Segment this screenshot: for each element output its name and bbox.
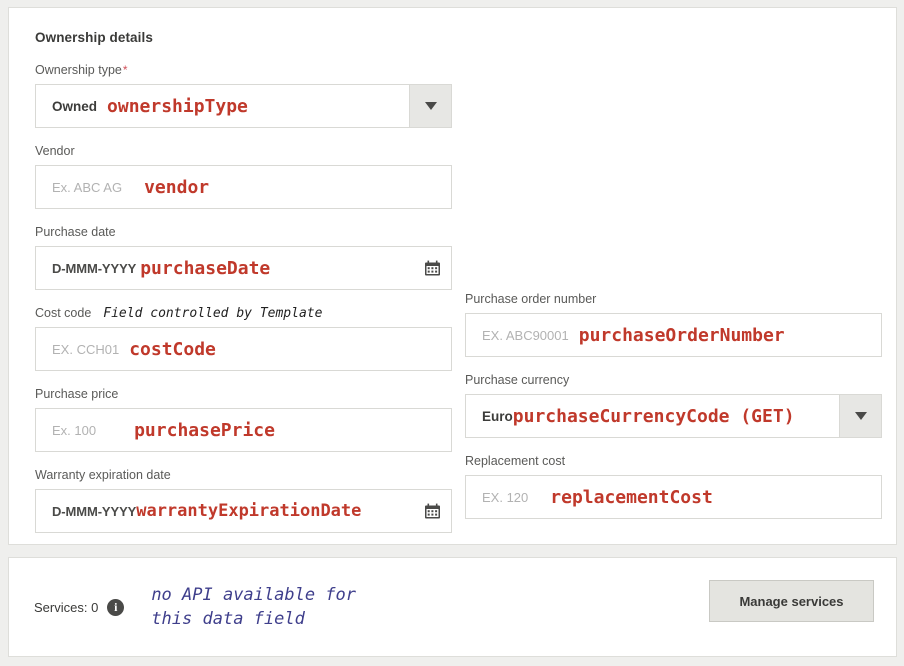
input-purchase-price[interactable]: Ex. 100 purchasePrice xyxy=(35,408,452,452)
annotation-warranty-expiration-date: warrantyExpirationDate xyxy=(136,501,362,521)
label-row-purchase-currency: Purchase currency xyxy=(465,373,882,389)
label-replacement-cost: Replacement cost xyxy=(465,454,566,468)
input-vendor[interactable]: Ex. ABC AG vendor xyxy=(35,165,452,209)
services-row: Services: 0 i no API available for this … xyxy=(9,558,896,656)
annotation-services: no API available for this data field xyxy=(151,584,357,629)
field-replacement-cost: Replacement cost EX. 120 replacementCost xyxy=(465,454,882,519)
annotation-purchase-currency: purchaseCurrencyCode (GET) xyxy=(512,405,795,427)
placeholder-cost-code: EX. CCH01 xyxy=(52,341,120,357)
input-replacement-cost[interactable]: EX. 120 replacementCost xyxy=(465,475,882,519)
label-warranty-expiration-date: Warranty expiration date xyxy=(35,468,171,482)
placeholder-purchase-price: Ex. 100 xyxy=(52,422,97,438)
field-purchase-order-number: Purchase order number EX. ABC90001 purch… xyxy=(465,292,882,357)
required-asterisk-ownership-type: * xyxy=(122,63,128,77)
label-row-purchase-order-number: Purchase order number xyxy=(465,292,882,308)
label-purchase-order-number: Purchase order number xyxy=(465,292,597,306)
field-warranty-expiration-date: Warranty expiration date D-MMM-YYYY warr… xyxy=(35,468,452,533)
field-vendor: Vendor Ex. ABC AG vendor xyxy=(35,144,452,209)
value-ownership-type: Owned xyxy=(52,98,98,114)
field-purchase-date: Purchase date D-MMM-YYYY purchaseDate xyxy=(35,225,452,290)
label-row-vendor: Vendor xyxy=(35,144,452,160)
label-row-purchase-date: Purchase date xyxy=(35,225,452,241)
input-cost-code[interactable]: EX. CCH01 costCode xyxy=(35,327,452,371)
ownership-details-card: Ownership details Ownership type * Owned… xyxy=(8,7,897,545)
mask-warranty-expiration-date: D-MMM-YYYY xyxy=(52,503,137,519)
select-ownership-type[interactable]: Owned ownershipType xyxy=(35,84,452,128)
annotation-purchase-date: purchaseDate xyxy=(140,257,271,279)
label-row-purchase-price: Purchase price xyxy=(35,387,452,403)
annotation-ownership-type: ownershipType xyxy=(107,95,248,117)
note-cost-code-template: Field controlled by Template xyxy=(103,306,323,321)
section-title: Ownership details xyxy=(35,30,153,45)
services-count-label: Services: 0 xyxy=(34,599,99,615)
caret-shape xyxy=(854,412,867,420)
form-column-right: Purchase order number EX. ABC90001 purch… xyxy=(465,292,882,535)
placeholder-purchase-order-number: EX. ABC90001 xyxy=(482,327,569,343)
annotation-purchase-price: purchasePrice xyxy=(134,419,275,441)
page-root: Ownership details Ownership type * Owned… xyxy=(0,0,904,666)
info-icon[interactable]: i xyxy=(107,598,125,616)
calendar-icon[interactable] xyxy=(424,260,441,277)
select-purchase-currency[interactable]: Euro purchaseCurrencyCode (GET) xyxy=(465,394,882,438)
label-row-warranty-expiration-date: Warranty expiration date xyxy=(35,468,452,484)
annotation-replacement-cost: replacementCost xyxy=(550,486,713,508)
label-purchase-currency: Purchase currency xyxy=(465,373,570,387)
label-row-cost-code: Cost code Field controlled by Template xyxy=(35,306,452,322)
input-purchase-order-number[interactable]: EX. ABC90001 purchaseOrderNumber xyxy=(465,313,882,357)
value-purchase-currency: Euro xyxy=(482,408,513,424)
label-ownership-type: Ownership type xyxy=(35,63,122,77)
annotation-vendor: vendor xyxy=(144,176,210,198)
placeholder-vendor: Ex. ABC AG xyxy=(52,179,123,195)
field-purchase-price: Purchase price Ex. 100 purchasePrice xyxy=(35,387,452,452)
input-warranty-expiration-date[interactable]: D-MMM-YYYY warrantyExpirationDate xyxy=(35,489,452,533)
chevron-down-icon[interactable] xyxy=(839,395,881,437)
label-purchase-date: Purchase date xyxy=(35,225,116,239)
form-column-left: Ownership type * Owned ownershipType Ven… xyxy=(35,63,452,549)
label-row-replacement-cost: Replacement cost xyxy=(465,454,882,470)
label-cost-code: Cost code xyxy=(35,306,92,320)
field-ownership-type: Ownership type * Owned ownershipType xyxy=(35,63,452,128)
placeholder-replacement-cost: EX. 120 xyxy=(482,489,529,505)
caret-shape xyxy=(424,102,437,110)
mask-purchase-date: D-MMM-YYYY xyxy=(52,260,137,276)
manage-services-button[interactable]: Manage services xyxy=(709,580,874,622)
input-purchase-date[interactable]: D-MMM-YYYY purchaseDate xyxy=(35,246,452,290)
label-purchase-price: Purchase price xyxy=(35,387,119,401)
chevron-down-icon[interactable] xyxy=(409,85,451,127)
field-cost-code: Cost code Field controlled by Template E… xyxy=(35,306,452,371)
field-purchase-currency: Purchase currency Euro purchaseCurrencyC… xyxy=(465,373,882,438)
annotation-purchase-order-number: purchaseOrderNumber xyxy=(578,324,785,346)
label-vendor: Vendor xyxy=(35,144,75,158)
services-card: Services: 0 i no API available for this … xyxy=(8,557,897,657)
annotation-cost-code: costCode xyxy=(129,338,216,360)
calendar-icon[interactable] xyxy=(424,503,441,520)
label-row-ownership-type: Ownership type * xyxy=(35,63,452,79)
